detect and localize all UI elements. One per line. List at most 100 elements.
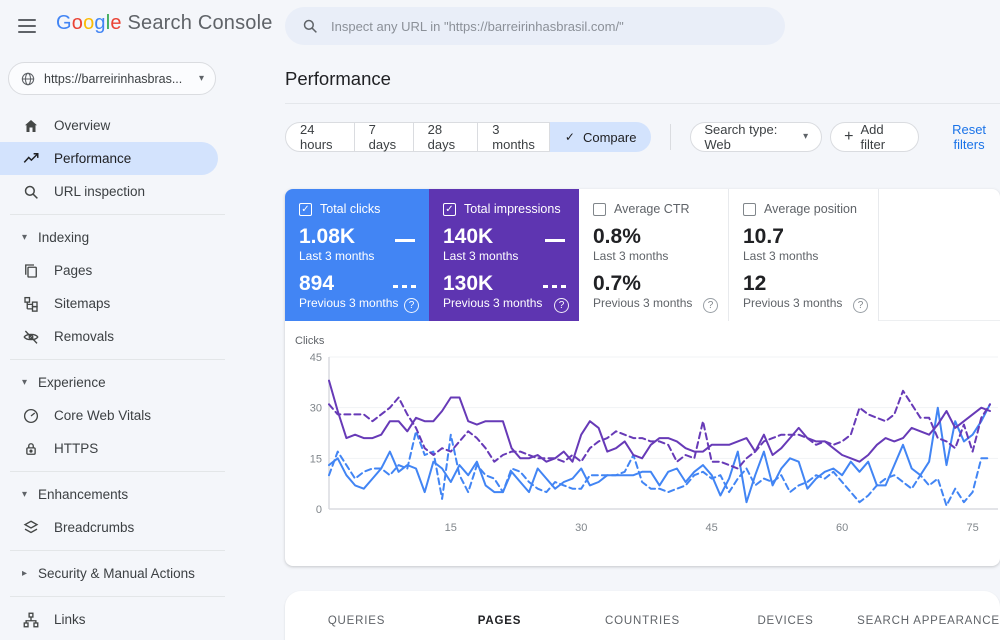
- sidebar-item-core-web-vitals[interactable]: Core Web Vitals: [0, 399, 218, 432]
- svg-text:45: 45: [310, 352, 322, 364]
- sidebar-item-label: Removals: [54, 329, 115, 344]
- sidebar-item-overview[interactable]: Overview: [0, 109, 218, 142]
- globe-icon: [21, 72, 35, 85]
- chevron-right-icon: ▸: [22, 567, 28, 579]
- metric-tile-total-clicks[interactable]: ✓ Total clicks 1.08K Last 3 months 894 P…: [285, 189, 429, 321]
- compare-chip-label: Compare: [582, 129, 637, 145]
- svg-text:30: 30: [310, 403, 322, 415]
- compare-chip[interactable]: ✓ Compare: [549, 122, 652, 152]
- performance-chart-svg: 0 15 30 45 15 30 45 60 75: [310, 352, 998, 534]
- svg-text:15: 15: [445, 522, 457, 534]
- sitemap-icon: [24, 296, 38, 312]
- range-chip-3-months[interactable]: 3 months: [478, 122, 550, 152]
- help-icon[interactable]: ?: [853, 298, 868, 313]
- layers-icon: [23, 519, 39, 533]
- sidebar-item-links[interactable]: Links: [0, 603, 218, 636]
- tab-queries[interactable]: QUERIES: [285, 591, 428, 640]
- metric-value-current: 140K: [443, 225, 494, 248]
- svg-text:60: 60: [836, 522, 848, 534]
- help-icon[interactable]: ?: [703, 298, 718, 313]
- app-logo[interactable]: Google Search Console: [56, 12, 273, 35]
- tab-devices[interactable]: DEVICES: [714, 591, 857, 640]
- sidebar-group-experience[interactable]: ▾ Experience: [0, 366, 218, 399]
- metric-period-previous: Previous 3 months: [443, 296, 543, 310]
- tab-search-appearance[interactable]: SEARCH APPEARANCE: [857, 591, 1000, 640]
- eye-off-icon: [23, 330, 39, 344]
- checkbox-unchecked-icon[interactable]: [743, 202, 756, 216]
- sidebar-item-label: URL inspection: [54, 184, 146, 199]
- chevron-down-icon: ▾: [198, 72, 204, 84]
- sidebar-item-performance[interactable]: Performance: [0, 142, 218, 175]
- sidebar-group-security[interactable]: ▸ Security & Manual Actions: [0, 557, 218, 590]
- add-filter-button[interactable]: + Add filter: [830, 122, 920, 152]
- checkbox-checked-icon[interactable]: ✓: [299, 202, 312, 216]
- metric-title: Average CTR: [614, 202, 690, 216]
- sidebar-item-https[interactable]: HTTPS: [0, 432, 218, 465]
- link-tree-icon: [23, 612, 39, 627]
- svg-text:30: 30: [575, 522, 587, 534]
- url-inspect-input[interactable]: [331, 18, 769, 34]
- checkbox-unchecked-icon[interactable]: [593, 202, 606, 216]
- sidebar-divider: [10, 214, 225, 215]
- tiles-spacer: [879, 189, 1000, 320]
- metric-period-current: Last 3 months: [593, 249, 669, 263]
- sidebar-group-label: Security & Manual Actions: [38, 566, 195, 581]
- sidebar-divider: [10, 471, 225, 472]
- help-icon[interactable]: ?: [554, 298, 569, 313]
- metric-value-previous: 0.7%: [593, 272, 641, 295]
- pages-icon: [25, 263, 37, 278]
- tab-countries[interactable]: COUNTRIES: [571, 591, 714, 640]
- date-range-segmented-control: 24 hours 7 days 28 days 3 months ✓ Compa…: [285, 122, 652, 152]
- magnifier-icon: [24, 185, 38, 199]
- metric-tile-average-ctr[interactable]: Average CTR 0.8% Last 3 months 0.7% Prev…: [579, 189, 729, 321]
- sidebar-item-url-inspection[interactable]: URL inspection: [0, 175, 218, 208]
- metric-tile-average-position[interactable]: Average position 10.7 Last 3 months 12 P…: [729, 189, 879, 321]
- property-label: https://barreirinhasbras...: [44, 71, 183, 86]
- help-icon[interactable]: ?: [404, 298, 419, 313]
- solid-line-legend-icon: [395, 239, 415, 242]
- sidebar: https://barreirinhasbras... ▾ Overview P…: [0, 52, 270, 636]
- property-selector[interactable]: https://barreirinhasbras... ▾: [8, 62, 216, 95]
- metric-period-previous: Previous 3 months: [743, 296, 843, 310]
- plus-icon: +: [844, 128, 854, 145]
- checkbox-checked-icon[interactable]: ✓: [443, 202, 456, 216]
- sidebar-item-breadcrumbs[interactable]: Breadcrumbs: [0, 511, 218, 544]
- search-type-dropdown[interactable]: Search type: Web ▾: [690, 122, 823, 152]
- sidebar-item-label: Overview: [54, 118, 111, 133]
- search-icon: [303, 19, 317, 33]
- sidebar-item-removals[interactable]: Removals: [0, 320, 218, 353]
- chart-area: Clicks 0 15 30 45 15 30 45 60 75: [285, 321, 1000, 557]
- sidebar-group-label: Indexing: [38, 230, 90, 245]
- metric-tile-total-impressions[interactable]: ✓ Total impressions 140K Last 3 months 1…: [429, 189, 579, 321]
- metric-value-current: 10.7: [743, 225, 784, 248]
- lock-icon: [26, 442, 36, 455]
- sidebar-item-label: Performance: [54, 151, 132, 166]
- filter-bar: 24 hours 7 days 28 days 3 months ✓ Compa…: [285, 121, 1000, 153]
- sidebar-item-label: Sitemaps: [54, 296, 111, 311]
- solid-line-legend-icon: [545, 239, 565, 242]
- menu-icon[interactable]: [18, 16, 38, 36]
- range-chip-7-days[interactable]: 7 days: [354, 122, 414, 152]
- metric-value-current: 0.8%: [593, 225, 641, 248]
- range-chip-28-days[interactable]: 28 days: [413, 122, 479, 152]
- sidebar-divider: [10, 359, 225, 360]
- sidebar-item-label: Links: [54, 612, 86, 627]
- reset-filters-link[interactable]: Reset filters: [938, 122, 1000, 152]
- sidebar-item-label: Breadcrumbs: [54, 520, 135, 535]
- sidebar-item-pages[interactable]: Pages: [0, 254, 218, 287]
- add-filter-label: Add filter: [860, 122, 886, 152]
- sidebar-group-indexing[interactable]: ▾ Indexing: [0, 221, 218, 254]
- sidebar-group-enhancements[interactable]: ▾ Enhancements: [0, 478, 218, 511]
- app-logo-suffix: Search Console: [121, 12, 273, 34]
- tab-pages[interactable]: PAGES: [428, 591, 571, 640]
- metric-period-previous: Previous 3 months: [299, 296, 399, 310]
- sidebar-item-label: Pages: [54, 263, 93, 278]
- range-chip-24-hours[interactable]: 24 hours: [285, 122, 355, 152]
- dashed-line-legend-icon: [393, 285, 417, 288]
- metric-value-current: 1.08K: [299, 225, 356, 248]
- gauge-icon: [23, 408, 39, 423]
- metric-tiles: ✓ Total clicks 1.08K Last 3 months 894 P…: [285, 189, 1000, 321]
- sidebar-item-label: HTTPS: [54, 441, 99, 456]
- chevron-down-icon: ▾: [22, 488, 28, 500]
- sidebar-item-sitemaps[interactable]: Sitemaps: [0, 287, 218, 320]
